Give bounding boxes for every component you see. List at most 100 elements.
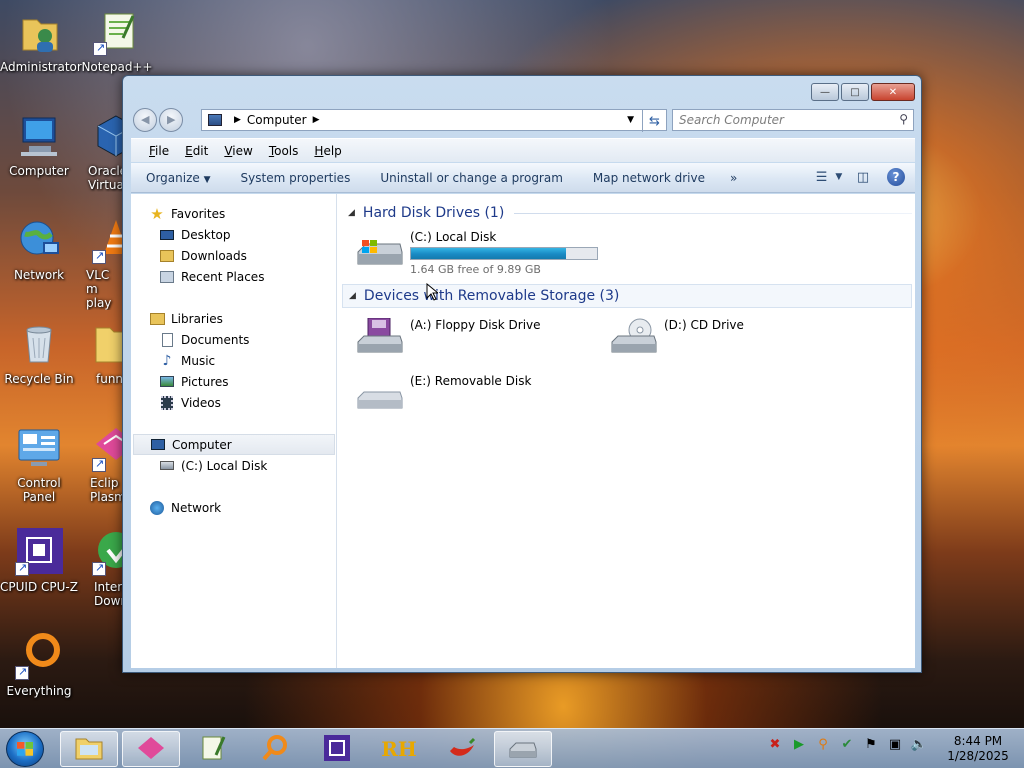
collapse-triangle-icon[interactable]: ◢ bbox=[348, 208, 355, 218]
drive-free-space: 1.64 GB free of 9.89 GB bbox=[410, 263, 541, 276]
taskbar-clock[interactable]: 8:44 PM 1/28/2025 bbox=[938, 734, 1018, 764]
forward-button[interactable] bbox=[159, 108, 183, 132]
menu-help[interactable]: Help bbox=[306, 144, 349, 158]
search-input[interactable]: Search Computer ⚲ bbox=[672, 109, 914, 131]
nav-network[interactable]: Network bbox=[149, 497, 221, 518]
taskbar-eclipse[interactable] bbox=[122, 731, 180, 767]
nav-downloads[interactable]: Downloads bbox=[159, 245, 247, 266]
chevron-down-icon: ▼ bbox=[203, 174, 211, 185]
nav-favorites[interactable]: ★ Favorites bbox=[149, 203, 225, 224]
menu-edit[interactable]: Edit bbox=[177, 144, 216, 158]
taskbar-cpuz[interactable] bbox=[308, 731, 366, 767]
desktop-icon-everything[interactable]: Everything bbox=[0, 632, 78, 698]
maximize-button[interactable]: □ bbox=[841, 83, 869, 101]
menu-file[interactable]: File bbox=[141, 144, 177, 158]
command-toolbar: Organize ▼ System properties Uninstall o… bbox=[131, 163, 915, 193]
nav-music[interactable]: ♪ Music bbox=[159, 350, 216, 371]
desktop-icon-network[interactable]: Network bbox=[0, 216, 78, 282]
desktop-icon-administrator[interactable]: Administrator bbox=[0, 8, 82, 74]
drive-usage-bar bbox=[410, 247, 598, 260]
desktop-icon-label: Administrator bbox=[0, 60, 82, 74]
help-icon[interactable]: ? bbox=[887, 168, 905, 186]
action-center-flag-icon[interactable]: ⚑ bbox=[862, 737, 880, 752]
group-header-hard-disk-drives[interactable]: ◢ Hard Disk Drives (1) bbox=[342, 201, 912, 225]
desktop-icon-funn[interactable]: funn bbox=[78, 320, 122, 386]
desktop-icon-recycle-bin[interactable]: Recycle Bin bbox=[0, 320, 78, 386]
maximize-icon: □ bbox=[850, 86, 860, 98]
menu-view[interactable]: View bbox=[216, 144, 260, 158]
desktop-icon-eclipse[interactable]: Eclip Plasm bbox=[78, 424, 122, 504]
libraries-icon bbox=[149, 311, 165, 327]
network-icon[interactable]: ▣ bbox=[886, 737, 904, 752]
drive-c[interactable]: (C:) Local Disk 1.64 GB free of 9.89 GB bbox=[356, 230, 598, 276]
menu-tools[interactable]: Tools bbox=[261, 144, 307, 158]
nav-recent-places[interactable]: Recent Places bbox=[159, 266, 264, 287]
breadcrumb-chevron-icon[interactable]: ▶ bbox=[234, 115, 241, 125]
taskbar-everything[interactable] bbox=[246, 731, 304, 767]
taskbar-computer[interactable] bbox=[494, 731, 552, 767]
nav-label: Desktop bbox=[181, 227, 231, 242]
more-commands-button[interactable]: » bbox=[720, 171, 747, 185]
nav-computer[interactable]: Computer bbox=[133, 434, 335, 455]
breadcrumb-computer[interactable]: Computer bbox=[247, 113, 307, 127]
close-button[interactable]: ✕ bbox=[871, 83, 915, 101]
breadcrumb-chevron-icon[interactable]: ▶ bbox=[313, 115, 320, 125]
system-properties-button[interactable]: System properties bbox=[226, 171, 366, 185]
play-icon[interactable]: ▶ bbox=[790, 737, 808, 752]
group-title: Devices with Removable Storage (3) bbox=[363, 288, 620, 304]
search-magnifier-icon bbox=[260, 734, 290, 764]
search-placeholder: Search Computer bbox=[679, 113, 784, 127]
address-dropdown-icon[interactable]: ▼ bbox=[627, 115, 634, 125]
recycle-bin-icon bbox=[15, 320, 63, 368]
nav-label: Documents bbox=[181, 332, 250, 347]
explorer-window: — □ ✕ ▶ Computer ▶ ▼ ⇆ Search Computer ⚲… bbox=[122, 75, 922, 673]
organize-button[interactable]: Organize ▼ bbox=[131, 171, 226, 185]
desktop-icon-label: Notepad++ bbox=[81, 60, 153, 74]
content-area: ★ Favorites Desktop Downloads Recent Pla… bbox=[131, 194, 915, 668]
taskbar-chili[interactable] bbox=[432, 731, 490, 767]
nav-label: Libraries bbox=[171, 311, 223, 326]
nav-pictures[interactable]: Pictures bbox=[159, 371, 229, 392]
search-icon[interactable]: ⚲ bbox=[899, 112, 908, 126]
drive-a[interactable]: (A:) Floppy Disk Drive bbox=[356, 317, 541, 358]
desktop-icon-computer[interactable]: Computer bbox=[0, 112, 78, 178]
address-bar[interactable]: ▶ Computer ▶ ▼ ⇆ bbox=[201, 109, 667, 132]
nav-libraries[interactable]: Libraries bbox=[149, 308, 223, 329]
desktop-icon-vlc[interactable]: VLC m play bbox=[78, 216, 122, 310]
computer-icon bbox=[15, 112, 63, 160]
group-title: Hard Disk Drives (1) bbox=[362, 205, 505, 221]
desktop-icon-internet-download[interactable]: Inter Down bbox=[78, 528, 122, 608]
desktop-icon-cpuid[interactable]: CPUID CPU-Z bbox=[0, 528, 78, 594]
back-button[interactable] bbox=[133, 108, 157, 132]
uninstall-program-button[interactable]: Uninstall or change a program bbox=[365, 171, 578, 185]
desktop-icon-notepadpp[interactable]: Notepad++ bbox=[78, 8, 156, 74]
nav-desktop[interactable]: Desktop bbox=[159, 224, 231, 245]
security-shield-icon[interactable]: ✔ bbox=[838, 737, 856, 752]
taskbar-notepadpp[interactable] bbox=[184, 731, 242, 767]
nav-local-disk[interactable]: (C:) Local Disk bbox=[159, 455, 267, 476]
downloads-folder-icon bbox=[159, 248, 175, 264]
drive-d[interactable]: (D:) CD Drive bbox=[610, 318, 744, 358]
map-network-drive-button[interactable]: Map network drive bbox=[578, 171, 720, 185]
taskbar-explorer[interactable] bbox=[60, 731, 118, 767]
search-magnifier-icon[interactable]: ⚲ bbox=[814, 737, 832, 752]
shortcut-arrow-icon bbox=[15, 665, 29, 680]
collapse-triangle-icon[interactable]: ◢ bbox=[349, 291, 356, 301]
computer-icon bbox=[150, 437, 166, 453]
view-options-icon[interactable]: ☰ ▼ bbox=[816, 167, 843, 187]
taskbar-rh[interactable]: RH bbox=[370, 731, 428, 767]
volume-icon[interactable]: 🔈 bbox=[910, 737, 928, 752]
drive-name: (C:) Local Disk bbox=[410, 230, 497, 244]
nav-videos[interactable]: Videos bbox=[159, 392, 221, 413]
desktop-icon-virtualbox[interactable]: Oracle Virtua bbox=[78, 112, 122, 192]
cd-drive-icon bbox=[610, 318, 658, 358]
nav-documents[interactable]: Documents bbox=[159, 329, 249, 350]
start-button[interactable] bbox=[6, 731, 44, 767]
refresh-button[interactable]: ⇆ bbox=[642, 110, 666, 132]
cpu-chip-icon bbox=[15, 528, 63, 576]
preview-pane-icon[interactable]: ◫ bbox=[853, 167, 873, 187]
desktop-icon-control-panel[interactable]: Control Panel bbox=[0, 424, 78, 504]
minimize-button[interactable]: — bbox=[811, 83, 839, 101]
network-error-icon[interactable]: ✖ bbox=[766, 737, 784, 752]
drive-e[interactable]: (E:) Removable Disk bbox=[356, 374, 531, 414]
